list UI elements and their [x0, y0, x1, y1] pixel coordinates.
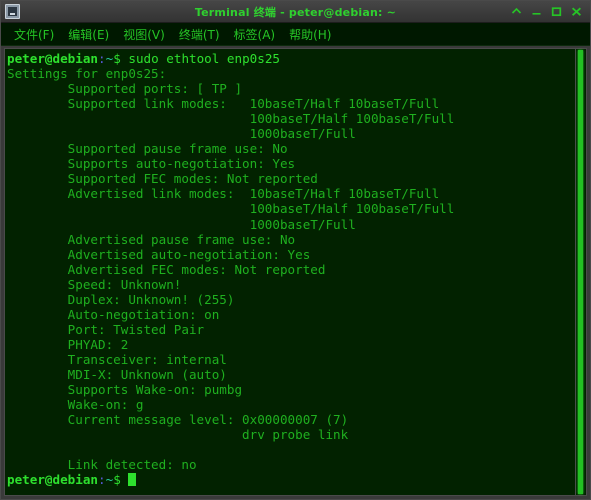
prompt-colon: :: [98, 472, 106, 488]
menu-item-help[interactable]: 帮助(H): [282, 24, 338, 45]
terminal-prompt-line-command: peter@debian:~$ sudo ethtool enp0s25: [7, 51, 575, 66]
terminal-output-line: Transceiver: internal: [7, 351, 227, 367]
terminal-cursor: [128, 473, 136, 487]
terminal-scrollbar[interactable]: [576, 48, 587, 496]
scrollbar-thumb[interactable]: [578, 50, 583, 494]
prompt-user-host: peter@debian: [7, 472, 98, 488]
terminal-output-line: Supported pause frame use: No: [7, 141, 288, 157]
title-bar[interactable]: Terminal 终端 - peter@debian: ~: [1, 1, 590, 23]
terminal-output-line: 100baseT/Half 100baseT/Full: [7, 201, 455, 217]
terminal-output-line: Advertised FEC modes: Not reported: [7, 261, 326, 277]
terminal-command: sudo ethtool enp0s25: [120, 51, 281, 66]
menu-bar: 文件(F) 编辑(E) 视图(V) 终端(T) 标签(A) 帮助(H): [1, 23, 590, 46]
window-controls: [511, 5, 590, 18]
menu-item-terminal[interactable]: 终端(T): [172, 24, 227, 45]
terminal-window: Terminal 终端 - peter@debian: ~ 文件(F) 编辑(E…: [0, 0, 591, 500]
terminal-output-line: Speed: Unknown!: [7, 276, 182, 292]
shade-button[interactable]: [511, 5, 522, 18]
prompt-user-host: peter@debian: [7, 51, 98, 66]
terminal-output-line: MDI-X: Unknown (auto): [7, 366, 227, 382]
terminal-output-line: PHYAD: 2: [7, 336, 129, 352]
terminal-output-line: Auto-negotiation: on: [7, 306, 220, 322]
terminal-icon: [5, 4, 20, 19]
menu-item-view[interactable]: 视图(V): [116, 24, 172, 45]
terminal-output-line: drv probe link: [7, 427, 349, 443]
prompt-sigil: $: [113, 472, 121, 488]
menu-item-file[interactable]: 文件(F): [7, 24, 61, 45]
close-button[interactable]: [571, 5, 582, 18]
terminal-prompt-line-active: peter@debian:~$: [7, 472, 575, 487]
terminal-output-line: Supported ports: [ TP ]: [7, 81, 243, 97]
terminal-output-line: Settings for enp0s25:: [7, 66, 167, 82]
terminal-output-line: Advertised pause frame use: No: [7, 231, 296, 247]
maximize-button[interactable]: [551, 5, 562, 18]
terminal-output-line: 1000baseT/Full: [7, 216, 356, 232]
terminal-output-line: Port: Twisted Pair: [7, 321, 205, 337]
window-title: Terminal 终端 - peter@debian: ~: [194, 5, 397, 19]
terminal-output-line: Duplex: Unknown! (255): [7, 291, 235, 307]
terminal-screen[interactable]: peter@debian:~$ sudo ethtool enp0s25 Sett…: [4, 48, 576, 496]
terminal-output-line: Advertised link modes: 10baseT/Half 10ba…: [7, 186, 440, 202]
terminal-output: peter@debian:~$ sudo ethtool enp0s25 Sett…: [5, 49, 575, 487]
minimize-button[interactable]: [531, 5, 542, 18]
terminal-output-line: Supports auto-negotiation: Yes: [7, 156, 296, 172]
terminal-output-line: Supported FEC modes: Not reported: [7, 171, 318, 187]
menu-item-tabs[interactable]: 标签(A): [227, 24, 283, 45]
terminal-output-line: Current message level: 0x00000007 (7): [7, 412, 349, 428]
terminal-output-line: Wake-on: g: [7, 397, 144, 413]
terminal-output-line: Advertised auto-negotiation: Yes: [7, 246, 311, 262]
terminal-output-line: Supported link modes: 10baseT/Half 10bas…: [7, 96, 440, 112]
terminal-output-line: Supports Wake-on: pumbg: [7, 382, 243, 398]
prompt-colon: :: [98, 51, 106, 66]
terminal-output-line: 1000baseT/Full: [7, 126, 356, 142]
menu-item-edit[interactable]: 编辑(E): [61, 24, 116, 45]
terminal-output-line: Link detected: no: [7, 457, 197, 473]
terminal-output-line: 100baseT/Half 100baseT/Full: [7, 111, 455, 127]
prompt-sigil: $: [113, 51, 121, 66]
terminal-area: peter@debian:~$ sudo ethtool enp0s25 Sett…: [1, 46, 590, 499]
